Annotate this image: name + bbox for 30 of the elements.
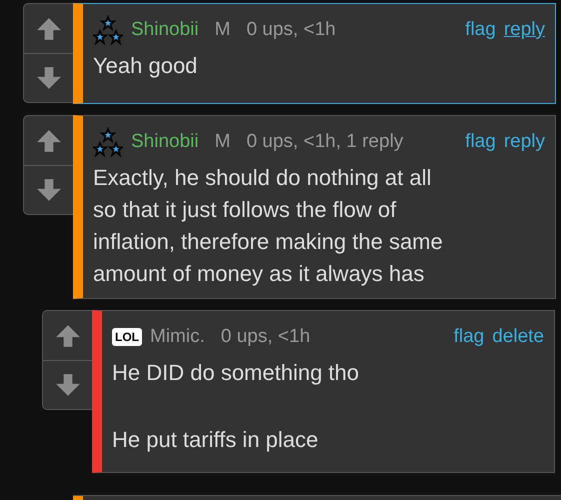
up-arrow-icon xyxy=(54,322,80,348)
down-arrow-icon xyxy=(36,65,62,91)
action-link[interactable]: reply xyxy=(504,19,545,41)
action-link[interactable]: delete xyxy=(492,326,544,348)
user-role: M xyxy=(214,19,230,41)
action-link[interactable]: flag xyxy=(465,131,496,153)
username[interactable]: Shinobii xyxy=(131,19,199,41)
stars-badge-icon xyxy=(93,127,123,157)
up-arrow-icon xyxy=(36,128,62,154)
action-link[interactable]: reply xyxy=(504,131,545,153)
stars-badge-icon xyxy=(93,15,123,45)
down-arrow-icon xyxy=(36,177,62,203)
user-role: M xyxy=(214,131,230,153)
comment-meta: 0 ups, <1h xyxy=(246,19,336,41)
action-link[interactable]: flag xyxy=(465,19,496,41)
comment-text: He DID do something tho xyxy=(112,359,360,387)
lol-badge: LOL xyxy=(112,328,142,346)
downvote-button[interactable] xyxy=(24,165,73,214)
comment-meta: 0 ups, <1h xyxy=(220,326,310,348)
comment-text: Exactly, he should do nothing at all so that it just follows the flow of inflation, therefore making the same amount of money as it always has xyxy=(93,164,444,288)
action-link[interactable]: flag xyxy=(454,326,484,348)
username[interactable]: Mimic. xyxy=(150,326,205,348)
downvote-button[interactable] xyxy=(24,53,73,102)
comment-meta: 0 ups, <1h, 1 reply xyxy=(246,131,404,153)
username[interactable]: Shinobii xyxy=(131,131,199,153)
comment-text: He put tariffs in place xyxy=(112,426,320,454)
comment-text: Yeah good xyxy=(93,52,198,80)
down-arrow-icon xyxy=(54,372,80,398)
up-arrow-icon xyxy=(36,16,62,42)
downvote-button[interactable] xyxy=(43,360,92,409)
